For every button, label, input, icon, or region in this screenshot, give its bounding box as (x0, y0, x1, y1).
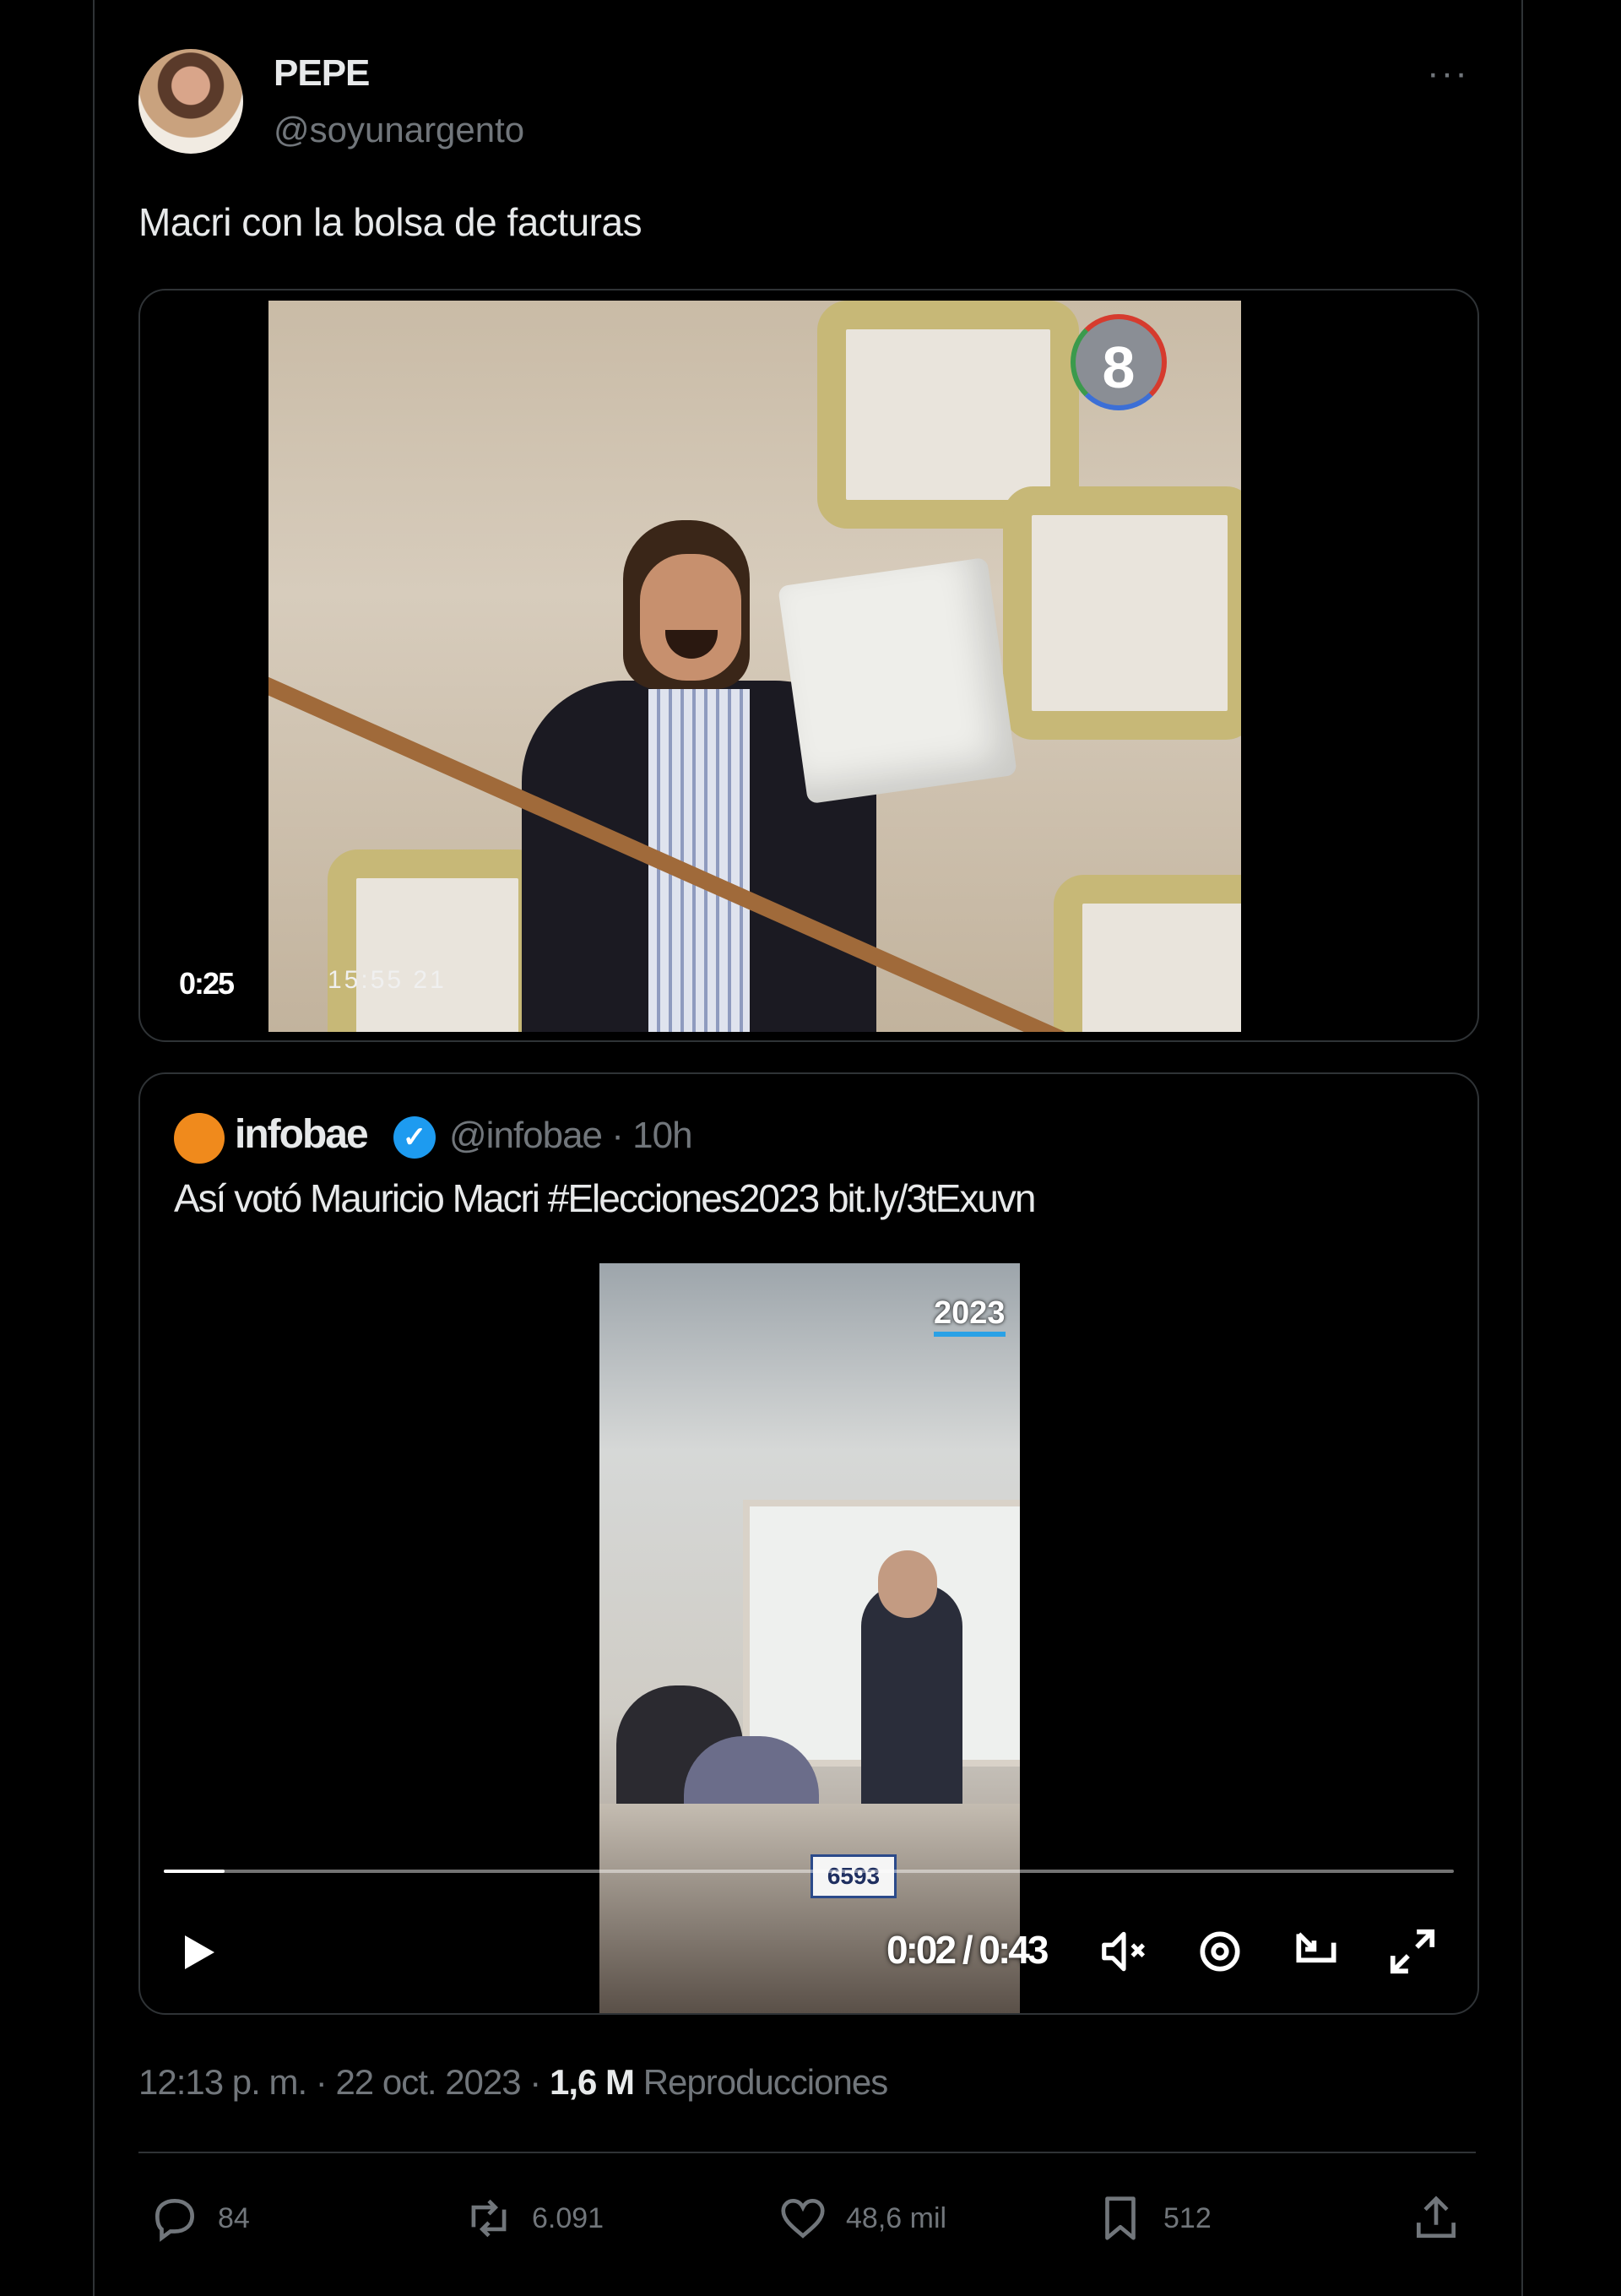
tweet-text: Macri con la bolsa de facturas (138, 200, 642, 244)
reply-count: 84 (218, 2201, 250, 2234)
divider (138, 2152, 1476, 2153)
like-icon (781, 2199, 825, 2239)
views-count: 1,6 M (549, 2062, 635, 2102)
verified-badge-icon: ✓ (393, 1116, 436, 1159)
like-button[interactable]: 48,6 mil (777, 2189, 946, 2248)
fullscreen-icon[interactable] (1386, 1925, 1439, 1978)
quoted-tweet-text: Así votó Mauricio Macri #Elecciones2023 … (174, 1176, 1037, 1220)
channel-logo: 8 (1071, 314, 1167, 410)
quoted-author-name[interactable]: infobae (235, 1111, 369, 1158)
like-count: 48,6 mil (846, 2201, 947, 2234)
author-handle[interactable]: @soyunargento (274, 110, 524, 150)
play-icon[interactable] (172, 1927, 223, 1978)
voter-man-head (878, 1550, 937, 1618)
share-icon (1417, 2196, 1456, 2238)
quoted-video-frame[interactable]: 6593 2023 (599, 1263, 1020, 2013)
bookmark-button[interactable]: 512 (1094, 2189, 1212, 2248)
author-name[interactable]: PEPE (274, 52, 370, 95)
video-duration: 0:25 (179, 966, 235, 1001)
author-avatar[interactable] (138, 49, 243, 154)
wall-decoration (1054, 875, 1241, 1032)
quoted-author-handle[interactable]: @infobae · 10h (449, 1115, 693, 1157)
tweet-video[interactable]: 8 15:55 21 0:25 (138, 289, 1479, 1042)
quoted-tweet[interactable]: infobae ✓ @infobae · 10h Así votó Mauric… (138, 1072, 1479, 2015)
share-button[interactable] (1410, 2189, 1462, 2248)
video-time: 0:02 / 0:43 (886, 1928, 1049, 1972)
ellipsis-icon[interactable]: ··· (1427, 52, 1469, 95)
poll-table (599, 1804, 1020, 2013)
table-sign: 6593 (810, 1854, 897, 1898)
tweet-meta: 12:13 p. m. · 22 oct. 2023 · 1,6 M Repro… (138, 2062, 889, 2103)
infobae-avatar[interactable] (174, 1113, 225, 1164)
reply-button[interactable]: 84 (149, 2189, 250, 2248)
election-overlay-tag: 2023 (934, 1295, 1006, 1337)
retweet-icon (471, 2199, 507, 2238)
retweet-count: 6.091 (532, 2201, 604, 2234)
mute-icon[interactable] (1098, 1925, 1150, 1978)
retweet-button[interactable]: 6.091 (463, 2189, 604, 2248)
views-label: Reproducciones (642, 2062, 889, 2102)
wall-decoration (328, 849, 547, 1032)
video-progress-fill (164, 1870, 225, 1873)
video-progress-bar[interactable] (164, 1870, 1454, 1873)
video-osd-timestamp: 15:55 21 (328, 966, 447, 994)
bookmark-icon (1105, 2196, 1136, 2240)
video-frame: 8 15:55 21 (268, 301, 1241, 1032)
paper-bag (778, 556, 1017, 805)
settings-icon[interactable] (1194, 1925, 1246, 1978)
tweet-timestamp[interactable]: 12:13 p. m. · 22 oct. 2023 · (138, 2062, 541, 2102)
pip-icon[interactable] (1290, 1925, 1342, 1978)
reply-icon (155, 2199, 194, 2242)
wall-decoration (1003, 486, 1241, 740)
bookmark-count: 512 (1163, 2201, 1212, 2234)
